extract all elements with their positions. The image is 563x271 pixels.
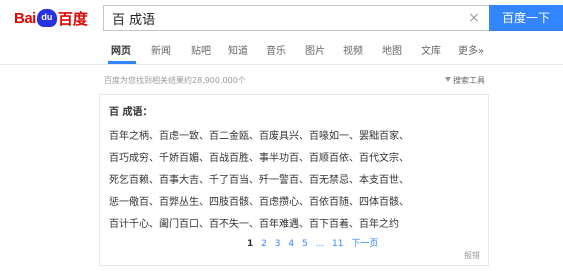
tab-video[interactable]: 视频 xyxy=(343,42,363,57)
page-ellipsis: ... xyxy=(315,239,325,249)
tab-images[interactable]: 图片 xyxy=(305,42,325,57)
baidu-logo[interactable]: Bai du 百度 xyxy=(14,8,88,28)
search-box: × xyxy=(103,5,489,31)
logo-text-right: 百度 xyxy=(57,9,88,28)
card-title[interactable]: 百 成语： xyxy=(109,103,152,118)
tab-more[interactable]: 更多» xyxy=(458,42,484,57)
search-button[interactable]: 百度一下 xyxy=(489,5,563,31)
search-tools[interactable]: 搜索工具 xyxy=(445,75,485,86)
page-5[interactable]: 5 xyxy=(302,239,308,249)
search-tools-label: 搜索工具 xyxy=(453,76,485,85)
idiom-row[interactable]: 百巧成穷、千娇百媚、百战百胜、事半功百、百顺百依、百代文宗、 xyxy=(109,149,409,164)
page-3[interactable]: 3 xyxy=(275,239,281,249)
search-tabs: 网页 新闻 贴吧 知道 音乐 图片 视频 地图 文库 更多» xyxy=(0,36,563,65)
logo-text-left: Bai xyxy=(14,9,36,27)
tab-news[interactable]: 新闻 xyxy=(151,42,171,57)
tab-map[interactable]: 地图 xyxy=(382,42,402,57)
header-bar: Bai du 百度 × 百度一下 xyxy=(0,0,563,36)
search-input[interactable] xyxy=(104,6,462,30)
page-2[interactable]: 2 xyxy=(261,239,267,249)
idiom-row[interactable]: 百年之柄、百虑一致、百二金瓯、百废具兴、百喙如一、罢黜百家、 xyxy=(109,127,409,142)
pagination: 1 2 3 4 5 ... 11 下一页 xyxy=(247,236,383,249)
logo-paw-text: du xyxy=(41,12,53,22)
tab-zhidao[interactable]: 知道 xyxy=(228,42,248,57)
page-4[interactable]: 4 xyxy=(288,239,294,249)
idiom-result-card: 百 成语： 百年之柄、百虑一致、百二金瓯、百废具兴、百喙如一、罢黜百家、 百巧成… xyxy=(99,94,489,266)
active-tab-indicator xyxy=(108,61,136,64)
tab-web[interactable]: 网页 xyxy=(111,42,131,57)
filter-icon xyxy=(445,77,451,82)
idiom-row[interactable]: 百计千心、阖门百口、百不失一、百年难遇、百下百着、百年之约 xyxy=(109,215,399,230)
report-error-link[interactable]: 报错 xyxy=(464,250,480,261)
next-page-link[interactable]: 下一页 xyxy=(351,239,378,249)
clear-icon[interactable]: × xyxy=(467,11,481,25)
tab-wenku[interactable]: 文库 xyxy=(421,42,441,57)
idiom-row[interactable]: 惩一儆百、百弊丛生、四肢百骸、百虑攒心、百依百随、四体百骸、 xyxy=(109,193,409,208)
tab-music[interactable]: 音乐 xyxy=(266,42,286,57)
tab-tieba[interactable]: 贴吧 xyxy=(191,42,211,57)
page-1: 1 xyxy=(247,239,254,249)
page-11[interactable]: 11 xyxy=(332,239,343,249)
result-count: 百度为您找到相关结果约28,900,000个 xyxy=(104,76,246,85)
idiom-row[interactable]: 死乞百赖、百事大吉、千了百当、歼一警百、百无禁忌、本支百世、 xyxy=(109,171,409,186)
paw-icon: du xyxy=(36,9,57,27)
